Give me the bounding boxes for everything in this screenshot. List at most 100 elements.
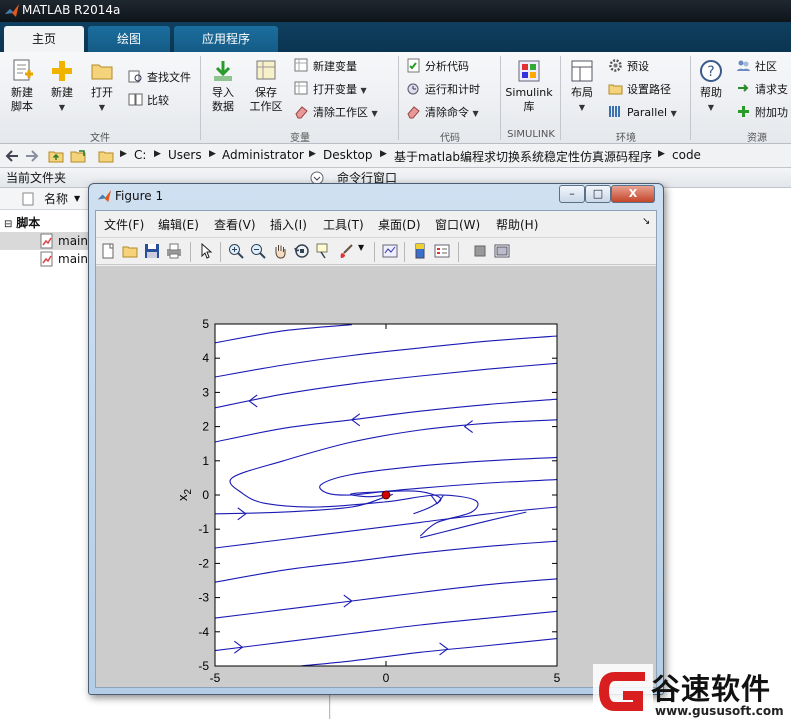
environment-section-label: 环境 bbox=[616, 133, 636, 144]
menu-file[interactable]: 文件(F) bbox=[104, 216, 144, 233]
addons-button[interactable]: 附加功 bbox=[736, 104, 788, 122]
save-workspace-icon bbox=[256, 60, 276, 80]
folder-icon bbox=[91, 64, 113, 80]
clear-workspace-label: 清除工作区 bbox=[313, 106, 368, 119]
set-path-button[interactable]: 设置路径 bbox=[608, 81, 671, 99]
dock-arrow-icon[interactable]: ↘ bbox=[642, 216, 650, 227]
x-tick-label: 5 bbox=[554, 671, 561, 685]
open-variable-button[interactable]: 打开变量 ▼ bbox=[294, 81, 367, 99]
find-files-button[interactable]: 查找文件 bbox=[128, 69, 191, 87]
browse-folder-icon[interactable] bbox=[70, 148, 86, 164]
breadcrumb-administrator[interactable]: Administrator bbox=[222, 148, 304, 162]
collapse-icon[interactable]: ⊟ bbox=[4, 219, 12, 230]
tab-plots[interactable]: 绘图 bbox=[88, 26, 170, 52]
menu-insert[interactable]: 插入(I) bbox=[270, 216, 307, 233]
save-label-2: 工作区 bbox=[249, 100, 283, 113]
layout-button[interactable]: 布局 ▼ bbox=[564, 58, 600, 115]
menu-edit[interactable]: 编辑(E) bbox=[158, 216, 199, 233]
help-button[interactable]: ? 帮助 ▼ bbox=[694, 58, 728, 115]
brush-caret-icon[interactable]: ▼ bbox=[358, 243, 374, 259]
plot-canvas[interactable]: -5-4-3-2-1012345-505x1x2 bbox=[96, 266, 656, 707]
open-button[interactable]: 打开 ▼ bbox=[84, 58, 120, 115]
file-section-label: 文件 bbox=[90, 133, 110, 144]
menu-help[interactable]: 帮助(H) bbox=[496, 216, 538, 233]
forward-arrow-icon[interactable] bbox=[24, 148, 40, 164]
preferences-button[interactable]: 预设 bbox=[608, 58, 649, 76]
brush-icon[interactable] bbox=[338, 243, 354, 259]
save-workspace-button[interactable]: 保存 工作区 bbox=[244, 58, 288, 114]
legend-icon[interactable] bbox=[434, 243, 450, 259]
pan-hand-icon[interactable] bbox=[272, 243, 288, 259]
ribbon: 新建 脚本 新建 ▼ 打开 ▼ 查找文件 比较 文件 导入 数据 保存 工作区 新建… bbox=[0, 52, 791, 144]
breadcrumb-desktop[interactable]: Desktop bbox=[323, 148, 373, 162]
toolbar-divider bbox=[458, 242, 459, 262]
print-icon[interactable] bbox=[166, 243, 182, 259]
breadcrumb-code[interactable]: code bbox=[672, 148, 701, 162]
request-support-button[interactable]: 请求支 bbox=[736, 81, 788, 99]
new-script-icon bbox=[13, 59, 33, 81]
folder-icon bbox=[608, 84, 623, 95]
tab-apps[interactable]: 应用程序 bbox=[174, 26, 278, 52]
show-plot-tools-icon[interactable] bbox=[494, 243, 510, 259]
simulink-library-button[interactable]: Simulink 库 bbox=[504, 58, 554, 114]
breadcrumb-users[interactable]: Users bbox=[168, 148, 202, 162]
file-type-column-icon bbox=[22, 192, 34, 206]
y-tick-label: 1 bbox=[202, 454, 209, 468]
analyze-code-button[interactable]: 分析代码 bbox=[406, 58, 469, 76]
import-icon bbox=[214, 61, 232, 81]
menu-view[interactable]: 查看(V) bbox=[214, 216, 256, 233]
run-and-time-button[interactable]: 运行和计时 bbox=[406, 81, 480, 99]
matlab-logo-icon bbox=[97, 189, 112, 203]
pointer-arrow-icon[interactable] bbox=[198, 243, 214, 259]
breadcrumb-separator-icon: ▶ bbox=[309, 149, 316, 159]
clear-commands-button[interactable]: 清除命令 ▼ bbox=[406, 104, 479, 122]
section-divider bbox=[200, 56, 201, 140]
save-label-1: 保存 bbox=[255, 86, 277, 99]
name-column-header[interactable]: 名称 bbox=[44, 188, 68, 210]
toolbar-divider bbox=[404, 242, 405, 262]
open-variable-icon bbox=[294, 81, 308, 95]
import-label-1: 导入 bbox=[212, 86, 234, 99]
new-variable-icon bbox=[294, 58, 308, 72]
clear-workspace-button[interactable]: 清除工作区 ▼ bbox=[294, 104, 378, 122]
script-group[interactable]: ⊟ 脚本 bbox=[4, 214, 40, 231]
zoom-out-icon[interactable] bbox=[250, 243, 266, 259]
tab-home[interactable]: 主页 bbox=[4, 26, 84, 52]
new-figure-icon[interactable] bbox=[100, 243, 116, 259]
phase-portrait-chart[interactable]: -5-4-3-2-1012345-505x1x2 bbox=[96, 266, 656, 707]
back-arrow-icon[interactable] bbox=[4, 148, 20, 164]
rotate-3d-icon[interactable] bbox=[294, 243, 310, 259]
import-data-button[interactable]: 导入 数据 bbox=[206, 58, 240, 114]
data-cursor-icon[interactable] bbox=[316, 243, 332, 259]
import-label-2: 数据 bbox=[212, 100, 234, 113]
new-script-button[interactable]: 新建 脚本 bbox=[4, 58, 40, 114]
open-file-icon[interactable] bbox=[122, 243, 138, 259]
new-variable-button[interactable]: 新建变量 bbox=[294, 58, 357, 76]
new-button[interactable]: 新建 ▼ bbox=[44, 58, 80, 115]
colorbar-icon[interactable] bbox=[412, 243, 428, 259]
parallel-label: Parallel bbox=[627, 106, 668, 119]
save-icon[interactable] bbox=[144, 243, 160, 259]
compare-button[interactable]: 比较 bbox=[128, 92, 169, 110]
zoom-in-icon[interactable] bbox=[228, 243, 244, 259]
hide-plot-tools-icon[interactable] bbox=[472, 243, 488, 259]
y-tick-label: -4 bbox=[198, 625, 209, 639]
ribbon-tabstrip: 主页 绘图 应用程序 bbox=[0, 22, 791, 52]
breadcrumb-drive[interactable]: C: bbox=[134, 148, 146, 162]
x-tick-label: -5 bbox=[210, 671, 221, 685]
parallel-button[interactable]: Parallel ▼ bbox=[608, 104, 677, 122]
breadcrumb-project-folder[interactable]: 基于matlab编程求切换系统稳定性仿真源码程序 bbox=[394, 148, 652, 165]
menu-tools[interactable]: 工具(T) bbox=[323, 216, 364, 233]
menu-window[interactable]: 窗口(W) bbox=[435, 216, 480, 233]
link-plot-icon[interactable] bbox=[382, 243, 398, 259]
minimize-button[interactable]: – bbox=[559, 185, 585, 203]
breadcrumb-separator-icon: ▶ bbox=[209, 149, 216, 159]
addons-label: 附加功 bbox=[755, 106, 788, 119]
up-folder-icon[interactable] bbox=[48, 148, 64, 164]
open-variable-caret-icon: ▼ bbox=[360, 86, 367, 95]
community-button[interactable]: 社区 bbox=[736, 58, 777, 76]
menu-desktop[interactable]: 桌面(D) bbox=[378, 216, 421, 233]
maximize-button[interactable]: □ bbox=[585, 185, 611, 203]
figure-window[interactable]: Figure 1 – □ X 文件(F) 编辑(E) 查看(V) 插入(I) 工… bbox=[88, 183, 664, 707]
close-button[interactable]: X bbox=[611, 185, 655, 203]
